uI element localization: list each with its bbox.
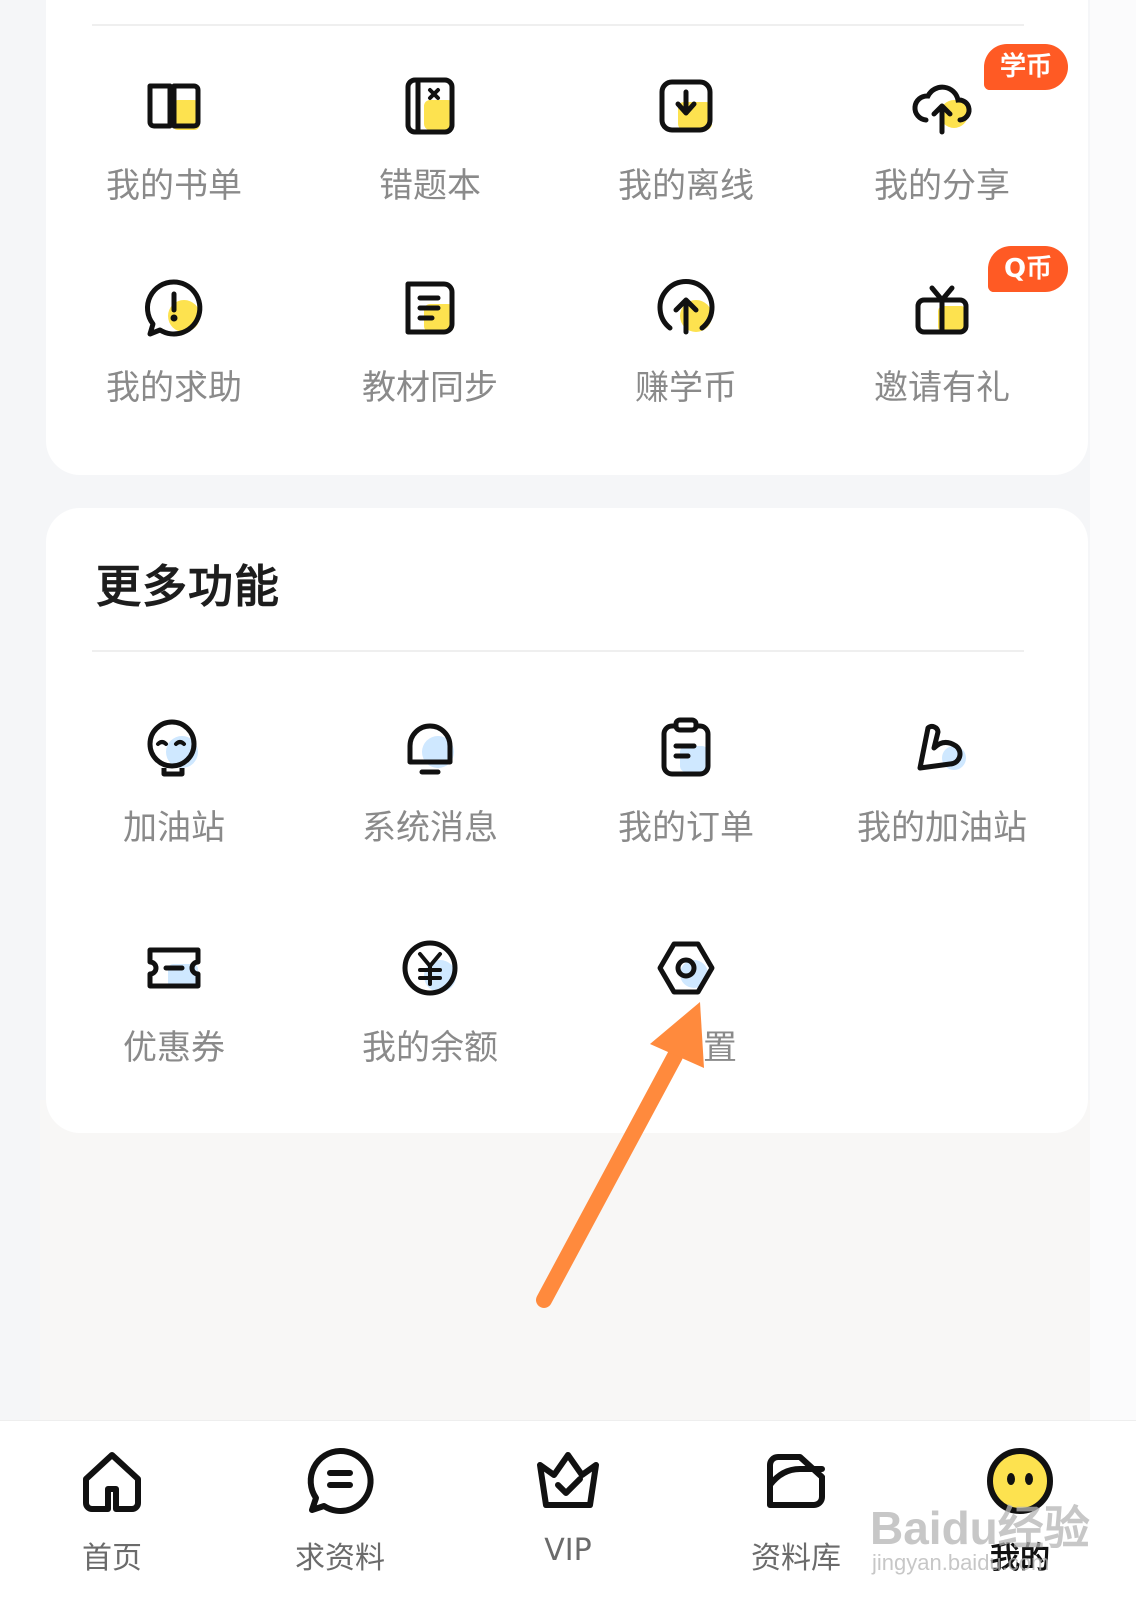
empty-area — [40, 1100, 1090, 1420]
grid-item-label: 置 — [703, 1028, 737, 1068]
profile-screen: 我的书单 错题本 我的离线 我的分享 学币 我的求助 教材同步 赚学币 邀请有礼… — [0, 0, 1136, 1601]
clipboard-icon — [661, 717, 711, 777]
muscle-arm-icon — [917, 723, 966, 771]
gift-icon — [915, 285, 969, 335]
grid-item-settings[interactable]: 置 — [586, 936, 786, 1086]
grid-item-label: 我的订单 — [618, 808, 754, 848]
bell-icon — [407, 723, 454, 775]
grid-item-label: 优惠券 — [123, 1028, 225, 1068]
earn-coin-icon — [657, 279, 715, 335]
watermark-url: jingyan.baidu.com — [872, 1550, 1050, 1575]
grid-item-my-offline[interactable]: 我的离线 — [586, 74, 786, 224]
cloud-upload-icon — [912, 84, 972, 135]
grid-item-label: 我的书单 — [106, 166, 242, 206]
grid-item-earn-coin[interactable]: 赚学币 — [586, 276, 786, 426]
offline-download-icon — [659, 79, 713, 133]
grid-item-label: 赚学币 — [635, 368, 737, 408]
grid-item-error-notebook[interactable]: 错题本 — [330, 74, 530, 224]
section-title: 更多功能 — [96, 560, 281, 613]
folder-icon — [767, 1454, 825, 1508]
grid-item-system-messages[interactable]: 系统消息 — [330, 716, 530, 866]
grid-item-invite-gift[interactable]: 邀请有礼 — [842, 276, 1042, 426]
grid-item-label: 我的分享 — [874, 166, 1010, 206]
book-icon — [147, 83, 201, 130]
nav-item-vip[interactable]: VIP — [488, 1421, 648, 1581]
coin-badge: Q币 — [988, 246, 1069, 292]
coin-badge: 学币 — [984, 44, 1069, 90]
grid-item-my-booster-station[interactable]: 我的加油站 — [842, 716, 1042, 866]
grid-item-coupons[interactable]: 优惠券 — [74, 936, 274, 1086]
section-divider — [92, 650, 1024, 652]
grid-item-booster-station[interactable]: 加油站 — [74, 716, 274, 866]
watermark-brand: Baidu经验 — [870, 1502, 1090, 1554]
home-icon — [83, 1452, 141, 1512]
nav-item-label: 资料库 — [751, 1541, 841, 1576]
nav-item-home[interactable]: 首页 — [32, 1421, 192, 1581]
yuan-coin-icon — [402, 940, 458, 996]
nav-item-label: 求资料 — [295, 1541, 385, 1576]
grid-item-my-booklist[interactable]: 我的书单 — [74, 74, 274, 224]
grid-item-label: 我的加油站 — [857, 808, 1027, 848]
help-bubble-icon — [144, 279, 203, 337]
textbook-sync-icon — [405, 281, 455, 335]
baidu-watermark: Baidu经验 jingyan.baidu.com — [870, 1492, 1110, 1592]
vip-crown-icon — [537, 1452, 599, 1508]
settings-hex-icon — [657, 941, 715, 995]
grid-item-label: 邀请有礼 — [874, 368, 1010, 408]
grid-item-my-help[interactable]: 我的求助 — [74, 276, 274, 426]
error-notebook-icon — [405, 77, 455, 135]
top-divider — [92, 24, 1024, 26]
nav-item-library[interactable]: 资料库 — [716, 1421, 876, 1581]
grid-item-label: 我的离线 — [618, 166, 754, 206]
chat-request-icon — [307, 1447, 374, 1514]
nav-item-request-materials[interactable]: 求资料 — [260, 1421, 420, 1581]
grid-item-label: 我的求助 — [106, 368, 242, 408]
nav-item-label: VIP — [544, 1533, 592, 1568]
nav-item-label: 首页 — [82, 1541, 142, 1576]
grid-item-textbook-sync[interactable]: 教材同步 — [330, 276, 530, 426]
grid-item-my-balance[interactable]: 我的余额 — [330, 936, 530, 1086]
grid-item-label: 系统消息 — [362, 808, 498, 848]
grid-item-label: 错题本 — [379, 166, 481, 206]
right-gutter — [1090, 0, 1136, 1420]
grid-item-label: 我的余额 — [362, 1028, 498, 1068]
grid-item-my-orders[interactable]: 我的订单 — [586, 716, 786, 866]
mascot-face-icon — [147, 719, 198, 777]
grid-item-my-share[interactable]: 我的分享 — [842, 74, 1042, 224]
grid-item-label: 加油站 — [123, 808, 225, 848]
grid-item-label: 教材同步 — [362, 368, 498, 408]
coupon-icon — [147, 947, 201, 989]
